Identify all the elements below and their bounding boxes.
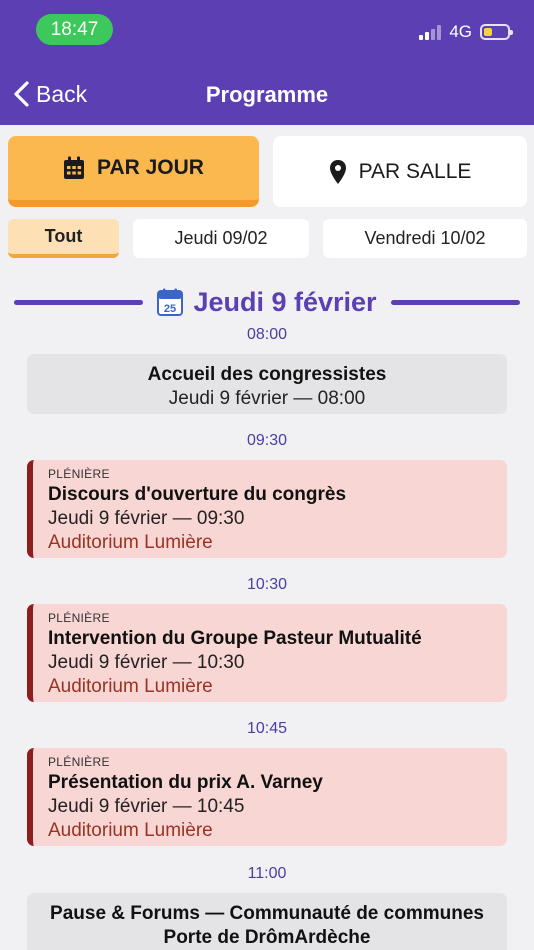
event-title-line1: Pause & Forums — Communauté de communes	[50, 903, 484, 924]
by-room-button[interactable]: PAR SALLE	[273, 136, 527, 207]
filter-all[interactable]: Tout	[8, 219, 119, 258]
by-day-label: PAR JOUR	[97, 156, 204, 179]
event-room: Auditorium Lumière	[48, 532, 213, 553]
status-indicators: 4G	[419, 22, 513, 42]
battery-icon	[480, 24, 513, 40]
time-label: 10:45	[246, 720, 288, 737]
filter-thursday[interactable]: Jeudi 09/02	[133, 219, 309, 258]
event-title: Présentation du prix A. Varney	[48, 772, 323, 793]
event-card[interactable]: PLÉNIÈRE Discours d'ouverture du congrès…	[27, 460, 507, 558]
map-pin-icon	[329, 159, 346, 184]
calendar-icon	[64, 156, 85, 179]
event-date: Jeudi 9 février — 08:00	[168, 388, 366, 409]
status-time: 18:47	[36, 14, 113, 45]
by-day-button[interactable]: PAR JOUR	[8, 136, 259, 207]
event-date: Jeudi 9 février — 10:45	[48, 796, 245, 817]
event-card[interactable]: Pause & Forums — Communauté de communes …	[27, 893, 507, 950]
day-heading-label: Jeudi 9 février	[193, 286, 377, 317]
by-room-label: PAR SALLE	[358, 159, 472, 183]
event-card[interactable]: Accueil des congressistes Jeudi 9 févrie…	[27, 354, 507, 414]
calendar-day-icon: 25	[157, 288, 184, 316]
event-type: PLÉNIÈRE	[48, 755, 110, 769]
signal-icon	[419, 24, 442, 40]
time-label: 09:30	[246, 432, 288, 449]
event-card[interactable]: PLÉNIÈRE Intervention du Groupe Pasteur …	[27, 604, 507, 702]
event-date: Jeudi 9 février — 09:30	[48, 508, 245, 529]
divider-left	[14, 299, 144, 305]
calendar-day-number: 25	[164, 303, 176, 315]
event-title: Accueil des congressistes	[147, 364, 387, 385]
event-room: Auditorium Lumière	[48, 676, 213, 697]
app-header: 18:47 4G Back Programme	[0, 0, 534, 125]
filter-friday[interactable]: Vendredi 10/02	[323, 219, 527, 258]
page-title: Programme	[205, 82, 329, 107]
event-date: Jeudi 9 février — 10:30	[48, 652, 245, 673]
event-title: Discours d'ouverture du congrès	[48, 484, 347, 505]
day-heading: 25 Jeudi 9 février	[14, 283, 520, 321]
event-card[interactable]: PLÉNIÈRE Présentation du prix A. Varney …	[27, 748, 507, 846]
divider-right	[390, 299, 520, 305]
network-label: 4G	[449, 22, 472, 41]
time-label: 11:00	[247, 865, 287, 882]
event-room: Auditorium Lumière	[48, 820, 213, 841]
time-label: 08:00	[246, 326, 288, 343]
event-title: Intervention du Groupe Pasteur Mutualité	[48, 628, 422, 649]
event-title-line2: Porte de DrômArdèche	[163, 927, 371, 948]
time-label: 10:30	[246, 576, 288, 593]
event-type: PLÉNIÈRE	[48, 611, 110, 625]
event-type: PLÉNIÈRE	[48, 467, 110, 481]
